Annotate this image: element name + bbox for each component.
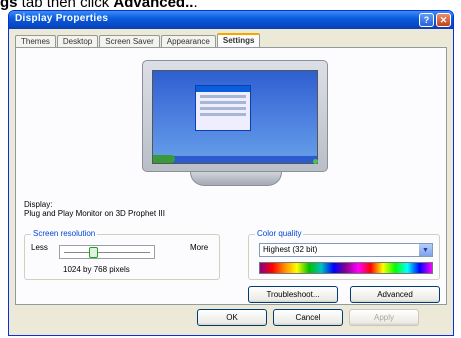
- resolution-value: 1024 by 768 pixels: [63, 265, 130, 274]
- monitor-stand: [190, 172, 282, 186]
- more-label: More: [190, 243, 209, 252]
- color-quality-selected: Highest (32 bit): [263, 245, 318, 254]
- monitor-screen: [152, 70, 318, 164]
- chevron-down-icon[interactable]: ▼: [419, 244, 432, 256]
- close-button[interactable]: ✕: [436, 13, 451, 27]
- cancel-button[interactable]: Cancel: [273, 309, 343, 326]
- preview-window: [195, 85, 251, 131]
- troubleshoot-button[interactable]: Troubleshoot...: [248, 286, 338, 303]
- slider-thumb[interactable]: [89, 247, 99, 258]
- tab-strip: Themes Desktop Screen Saver Appearance S…: [15, 32, 261, 49]
- display-label: Display:: [24, 200, 53, 209]
- preview-taskbar: [153, 155, 317, 163]
- preview-line: [200, 107, 246, 110]
- resolution-slider[interactable]: [59, 245, 155, 259]
- title-bar[interactable]: Display Properties ? ✕: [9, 11, 453, 29]
- color-spectrum-bar: [259, 262, 433, 274]
- advanced-button[interactable]: Advanced: [350, 286, 440, 303]
- help-button[interactable]: ?: [419, 13, 434, 27]
- display-device-name: Plug and Play Monitor on 3D Prophet III: [24, 209, 165, 218]
- preview-line: [200, 95, 246, 98]
- ok-button[interactable]: OK: [197, 309, 267, 326]
- apply-button[interactable]: Apply: [349, 309, 419, 326]
- preview-window-title: [196, 86, 250, 92]
- screen-resolution-title: Screen resolution: [31, 229, 98, 238]
- display-properties-window: Display Properties ? ✕ Themes Desktop Sc…: [8, 10, 454, 336]
- monitor-preview: [142, 60, 332, 190]
- less-label: Less: [31, 243, 48, 252]
- window-title: Display Properties: [15, 13, 109, 24]
- preview-start-button: [153, 155, 175, 163]
- color-quality-group: Color quality Highest (32 bit) ▼: [248, 229, 440, 280]
- monitor-frame: [142, 60, 328, 172]
- preview-line: [200, 113, 246, 116]
- preview-line: [200, 101, 246, 104]
- help-icon: ?: [423, 15, 430, 25]
- color-quality-title: Color quality: [255, 229, 304, 238]
- color-quality-dropdown[interactable]: Highest (32 bit) ▼: [259, 243, 433, 257]
- close-icon: ✕: [439, 14, 448, 25]
- slider-line: [64, 252, 150, 253]
- screen-resolution-group: Screen resolution Less More 1024 by 768 …: [24, 229, 220, 280]
- power-led-icon: [313, 159, 318, 164]
- settings-panel: Display: Plug and Play Monitor on 3D Pro…: [15, 47, 447, 305]
